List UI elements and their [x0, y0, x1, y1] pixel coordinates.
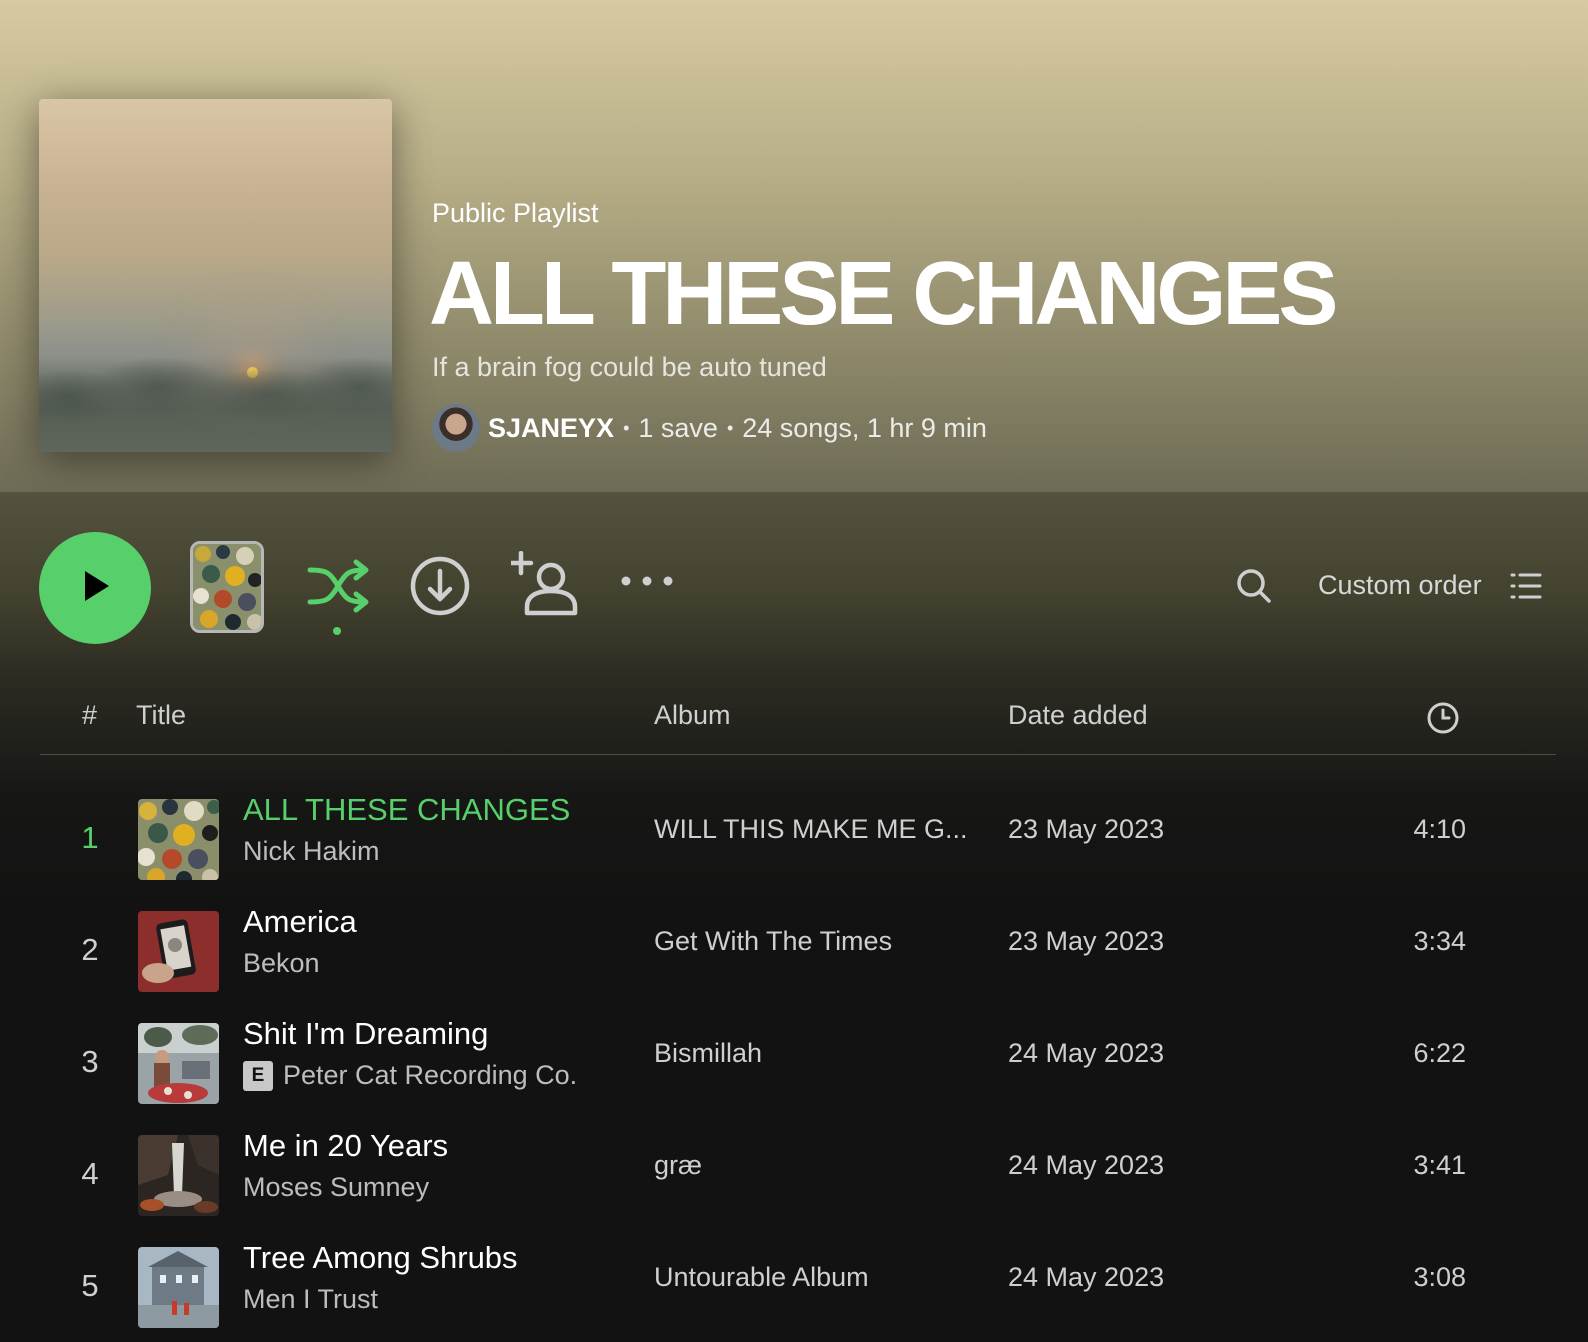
shuffle-active-indicator: [333, 627, 341, 635]
track-album-link[interactable]: græ: [654, 1150, 702, 1181]
track-artist: E Peter Cat Recording Co.: [243, 1060, 577, 1091]
meta-separator: •: [726, 417, 734, 438]
track-row[interactable]: 5 Tree Among Shrubs Men I Trust Untourab…: [0, 1228, 1588, 1340]
track-number: 2: [81, 932, 99, 967]
track-artwork: [138, 911, 219, 992]
track-title[interactable]: Me in 20 Years: [243, 1128, 448, 1164]
track-duration: 3:34: [1413, 926, 1466, 956]
search-in-playlist-button[interactable]: [1236, 568, 1272, 609]
track-number: 1: [81, 820, 99, 855]
list-view-icon: [1510, 572, 1542, 605]
more-options-button[interactable]: [620, 576, 674, 590]
saves-count: 1 save: [638, 412, 718, 443]
track-duration: 3:41: [1413, 1150, 1466, 1180]
track-artwork: [138, 1023, 219, 1104]
track-date-added: 24 May 2023: [1008, 1150, 1165, 1180]
track-artist: Nick Hakim: [243, 836, 380, 867]
track-artist: Moses Sumney: [243, 1172, 429, 1203]
track-date-added: 23 May 2023: [1008, 926, 1165, 956]
invite-collaborator-button[interactable]: [508, 550, 582, 622]
column-header-date-added[interactable]: Date added: [1008, 700, 1148, 731]
track-artwork: [138, 799, 219, 880]
treeline: [39, 357, 392, 452]
view-options-button[interactable]: [1510, 572, 1542, 605]
songs-duration-summary: 24 songs, 1 hr 9 min: [742, 412, 987, 443]
track-album-link[interactable]: Get With The Times: [654, 926, 892, 957]
play-icon: [75, 566, 115, 611]
track-artist-link[interactable]: Men I Trust: [243, 1284, 378, 1315]
track-row[interactable]: 2 America Bekon Get With The Times 23 Ma…: [0, 892, 1588, 1004]
track-album-link[interactable]: Bismillah: [654, 1038, 762, 1069]
search-icon: [1236, 568, 1272, 609]
explicit-badge: E: [243, 1060, 273, 1091]
sort-order-label[interactable]: Custom order: [1318, 570, 1482, 601]
track-album-link[interactable]: WILL THIS MAKE ME G...: [654, 814, 968, 845]
track-date-added: 24 May 2023: [1008, 1262, 1165, 1292]
more-options-icon: [620, 574, 674, 592]
track-artwork: [138, 1135, 219, 1216]
track-title[interactable]: Shit I'm Dreaming: [243, 1016, 488, 1052]
track-row[interactable]: 1 ALL THESE CHANGES Nick Hakim WILL THIS…: [0, 780, 1588, 892]
track-artwork: [138, 1247, 219, 1328]
download-button[interactable]: [408, 556, 472, 620]
header-divider: [40, 754, 1556, 755]
playlist-title[interactable]: ALL THESE CHANGES: [429, 244, 1338, 344]
playlist-description: If a brain fog could be auto tuned: [432, 352, 827, 382]
track-artist-link[interactable]: Bekon: [243, 948, 320, 979]
playlist-meta: SJANEYX • 1 save • 24 songs, 1 hr 9 min: [432, 404, 987, 452]
track-title[interactable]: Tree Among Shrubs: [243, 1240, 518, 1276]
download-icon: [409, 555, 471, 622]
track-row[interactable]: 4 Me in 20 Years Moses Sumney græ 24 May…: [0, 1116, 1588, 1228]
track-artist-link[interactable]: Nick Hakim: [243, 836, 380, 867]
track-title[interactable]: ALL THESE CHANGES: [243, 792, 570, 828]
track-number: 3: [81, 1044, 99, 1079]
track-duration: 4:10: [1413, 814, 1466, 844]
track-title[interactable]: America: [243, 904, 357, 940]
track-number: 4: [81, 1156, 99, 1191]
playlist-cover-image[interactable]: [39, 99, 392, 452]
shuffle-button[interactable]: [304, 558, 374, 618]
preview-cover-thumbnail[interactable]: [190, 541, 264, 633]
track-duration: 6:22: [1413, 1038, 1466, 1068]
owner-avatar[interactable]: [432, 404, 480, 452]
track-artist-link[interactable]: Peter Cat Recording Co.: [283, 1060, 577, 1091]
column-header-title[interactable]: Title: [136, 700, 186, 731]
playlist-type-label: Public Playlist: [432, 198, 599, 228]
meta-separator: •: [623, 417, 630, 438]
column-header-album[interactable]: Album: [654, 700, 731, 731]
track-date-added: 24 May 2023: [1008, 1038, 1165, 1068]
track-date-added: 23 May 2023: [1008, 814, 1165, 844]
track-artist-link[interactable]: Moses Sumney: [243, 1172, 429, 1203]
track-artist: Bekon: [243, 948, 320, 979]
owner-name-link[interactable]: SJANEYX: [488, 413, 614, 444]
column-header-number: #: [82, 700, 98, 730]
add-collaborator-icon: [508, 550, 581, 622]
track-number: 5: [81, 1268, 99, 1303]
play-button[interactable]: [39, 532, 151, 644]
track-artist: Men I Trust: [243, 1284, 378, 1315]
clock-icon: [1426, 701, 1460, 740]
column-header-duration[interactable]: [1426, 701, 1460, 740]
playlist-header: Public Playlist ALL THESE CHANGES If a b…: [0, 0, 1588, 492]
track-album-link[interactable]: Untourable Album: [654, 1262, 869, 1293]
track-row[interactable]: 3 Shit I'm Dreaming E Peter Cat Recordin…: [0, 1004, 1588, 1116]
shuffle-icon: [306, 558, 372, 619]
track-duration: 3:08: [1413, 1262, 1466, 1292]
